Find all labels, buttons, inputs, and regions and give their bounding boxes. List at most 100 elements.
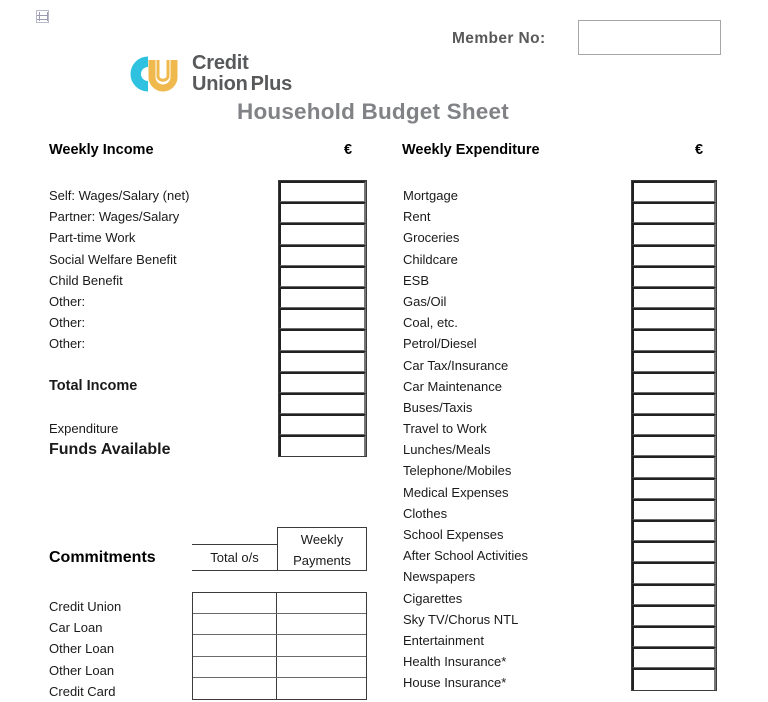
- expenditure-row-label: Mortgage: [403, 188, 458, 203]
- weekly-payments-line1: Weekly: [300, 532, 344, 547]
- expenditure-amount-input[interactable]: [632, 477, 716, 499]
- expenditure-row-label: Car Maintenance: [403, 378, 502, 394]
- commitment-row-label: Other Loan: [49, 641, 115, 657]
- logo-word-plus: Plus: [250, 73, 293, 95]
- income-row-label: Self: Wages/Salary (net): [49, 188, 190, 203]
- commitments-table-header: Total o/s Weekly Payments: [192, 527, 367, 571]
- commitment-weekly-payment-input[interactable]: [277, 593, 366, 614]
- income-row-label: Other:: [49, 336, 86, 352]
- expenditure-amount-input[interactable]: [632, 625, 716, 648]
- expenditure-row-label: Coal, etc.: [403, 315, 458, 331]
- expenditure-row-label: Rent: [403, 209, 431, 225]
- income-amount-input[interactable]: [279, 202, 366, 224]
- income-row-label: Part-time Work: [49, 230, 136, 246]
- expenditure-amount-input[interactable]: [632, 604, 716, 626]
- income-amount-input[interactable]: [279, 392, 366, 415]
- commitments-heading: Commitments: [49, 549, 156, 566]
- income-amount-input[interactable]: [279, 223, 366, 245]
- expenditure-row-label: Medical Expenses: [403, 484, 509, 500]
- expenditure-amount-input[interactable]: [632, 668, 716, 690]
- expenditure-row-label: Car Tax/Insurance: [403, 357, 509, 373]
- expenditure-amount-input[interactable]: [632, 350, 716, 372]
- income-currency-symbol: €: [344, 142, 353, 158]
- income-amount-input[interactable]: [279, 414, 366, 436]
- income-amount-input[interactable]: [279, 435, 366, 457]
- member-no-input[interactable]: [578, 20, 721, 55]
- expenditure-amount-input[interactable]: [632, 541, 716, 563]
- commitments-label-list: Credit Union Car Loan Other Loan Other Loan…: [49, 596, 121, 702]
- income-row-label: Partner: Wages/Salary: [49, 209, 180, 225]
- member-no-label: Member No:: [452, 30, 546, 47]
- income-amount-input[interactable]: [279, 244, 366, 266]
- income-row-label: Other:: [49, 293, 86, 309]
- expenditure-amount-input[interactable]: [632, 562, 716, 584]
- expenditure-amount-input[interactable]: [632, 308, 716, 330]
- income-row-label: Expenditure: [49, 421, 119, 437]
- credit-union-plus-logo: Credit Union Plus: [118, 50, 318, 100]
- expenditure-row-label: Sky TV/Chorus NTL: [403, 611, 519, 627]
- income-amount-input[interactable]: [279, 371, 366, 393]
- expenditure-amount-column: [631, 180, 717, 691]
- expenditure-amount-input[interactable]: [632, 223, 716, 245]
- commitment-row-label: Credit Union: [49, 599, 122, 614]
- budget-sheet-page: Member No: Credit Union Plus Household Bu…: [0, 0, 768, 702]
- income-amount-input[interactable]: [279, 350, 366, 372]
- commitments-col-total-os: Total o/s: [192, 544, 277, 571]
- expenditure-row-label: Lunches/Meals: [403, 442, 491, 458]
- expenditure-row-label: Newspapers: [403, 569, 476, 585]
- expenditure-amount-input[interactable]: [632, 583, 716, 605]
- expenditure-amount-input[interactable]: [632, 647, 716, 669]
- income-label-list: Self: Wages/Salary (net) Partner: Wages/S…: [49, 185, 189, 460]
- expenditure-row-label: Cigarettes: [403, 590, 463, 606]
- expenditure-amount-input[interactable]: [632, 244, 716, 266]
- expenditure-row-label: Entertainment: [403, 632, 484, 648]
- expenditure-row-label: Petrol/Diesel: [403, 336, 477, 352]
- expenditure-amount-input[interactable]: [632, 456, 716, 478]
- expenditure-row-label: Gas/Oil: [403, 293, 447, 309]
- cu-monogram-icon: [130, 56, 178, 92]
- expenditure-row-label: ESB: [403, 272, 430, 288]
- expenditure-row-label: Childcare: [403, 251, 458, 267]
- expenditure-amount-input[interactable]: [632, 520, 716, 542]
- expenditure-amount-input[interactable]: [632, 392, 716, 415]
- commitment-weekly-payment-input[interactable]: [277, 635, 366, 656]
- table-move-handle-icon[interactable]: [36, 10, 49, 23]
- expenditure-row-label: After School Activities: [403, 548, 528, 564]
- income-amount-input[interactable]: [279, 329, 366, 351]
- commitment-row: [193, 593, 366, 615]
- expenditure-row-label: School Expenses: [403, 527, 504, 542]
- commitment-total-os-input[interactable]: [193, 614, 277, 635]
- commitment-row-label: Credit Card: [49, 683, 116, 699]
- income-amount-input[interactable]: [279, 265, 366, 287]
- expenditure-amount-input[interactable]: [632, 181, 716, 203]
- income-amount-input[interactable]: [279, 286, 366, 309]
- income-amount-input[interactable]: [279, 308, 366, 330]
- weekly-payments-line2: Payments: [293, 553, 351, 568]
- commitment-total-os-input[interactable]: [193, 677, 277, 699]
- commitment-weekly-payment-input[interactable]: [277, 656, 366, 677]
- commitment-weekly-payment-input[interactable]: [277, 614, 366, 635]
- commitment-total-os-input[interactable]: [193, 635, 277, 656]
- expenditure-amount-input[interactable]: [632, 329, 716, 351]
- expenditure-amount-input[interactable]: [632, 498, 716, 520]
- commitment-row: [193, 677, 366, 699]
- commitment-row: [193, 614, 366, 636]
- expenditure-amount-input[interactable]: [632, 435, 716, 457]
- weekly-income-heading: Weekly Income: [49, 142, 154, 158]
- commitment-weekly-payment-input[interactable]: [277, 677, 366, 699]
- page-title: Household Budget Sheet: [237, 99, 509, 124]
- income-amount-column: [278, 180, 367, 458]
- expenditure-row-label: Groceries: [403, 230, 460, 246]
- expenditure-amount-input[interactable]: [632, 202, 716, 224]
- expenditure-amount-input[interactable]: [632, 371, 716, 393]
- expenditure-amount-input[interactable]: [632, 265, 716, 287]
- commitment-row-label: Other Loan: [49, 662, 115, 678]
- expenditure-row-label: Clothes: [403, 505, 448, 521]
- expenditure-amount-input[interactable]: [632, 286, 716, 309]
- income-row-label: [49, 355, 189, 376]
- income-amount-input[interactable]: [279, 181, 366, 203]
- expenditure-amount-input[interactable]: [632, 414, 716, 436]
- commitment-row: [193, 656, 366, 678]
- commitment-total-os-input[interactable]: [193, 593, 277, 614]
- commitment-total-os-input[interactable]: [193, 656, 277, 677]
